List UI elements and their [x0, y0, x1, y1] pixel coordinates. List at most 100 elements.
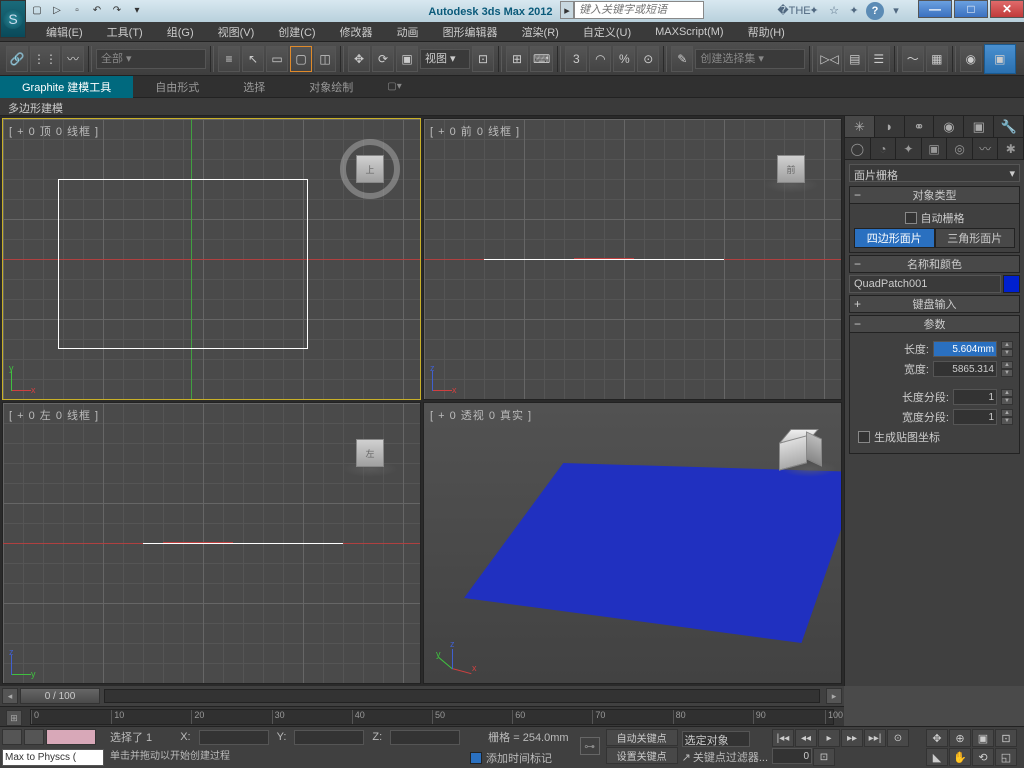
bind-icon[interactable]: 〰 [62, 46, 84, 72]
save-icon[interactable]: ▫ [68, 2, 86, 18]
viewcube-persp[interactable] [779, 431, 819, 471]
length-segs-spinner[interactable]: 1 [953, 389, 997, 405]
viewcube-top[interactable]: 上 [340, 139, 400, 199]
shapes-icon[interactable]: ◔ [871, 138, 897, 159]
pan-icon[interactable]: ✥ [926, 729, 948, 747]
menu-custom[interactable]: 自定义(U) [573, 22, 641, 42]
community-icon[interactable]: ✦ [846, 2, 862, 18]
redo-icon[interactable]: ↷ [108, 2, 126, 18]
width-spinner[interactable]: 5865.314 [933, 361, 997, 377]
coord-z-field[interactable] [390, 730, 460, 745]
viewport-left-label[interactable]: [ + 0 左 0 线框 ] [9, 407, 99, 423]
menu-edit[interactable]: 编辑(E) [36, 22, 93, 42]
maximize-button[interactable]: □ [954, 0, 988, 18]
layers-icon[interactable]: ☰ [868, 46, 890, 72]
menu-render[interactable]: 渲染(R) [512, 22, 569, 42]
selection-filter[interactable]: 全部 ▾ [96, 49, 206, 69]
select-icon[interactable]: ↖ [242, 46, 264, 72]
cameras-icon[interactable]: ▣ [922, 138, 948, 159]
time-config-icon[interactable]: ⊡ [813, 748, 835, 766]
category-dropdown[interactable]: 面片栅格▾ [849, 164, 1020, 182]
material-icon[interactable]: ◉ [960, 46, 982, 72]
spacewarps-icon[interactable]: 〰 [973, 138, 999, 159]
time-slider[interactable]: ◂ 0 / 100 ▸ [0, 686, 844, 706]
length-spinner[interactable]: 5.604mm [933, 341, 997, 357]
application-button[interactable]: S [0, 0, 26, 38]
viewport-perspective[interactable]: [ + 0 透视 0 真实 ] xyz [423, 402, 842, 684]
maxscript-listener[interactable] [2, 749, 104, 766]
rollout-name-color[interactable]: −名称和颜色 [849, 255, 1020, 273]
named-sel-edit-icon[interactable]: ✎ [671, 46, 693, 72]
zoom-extents-icon[interactable]: ⊡ [995, 729, 1017, 747]
fov-icon[interactable]: ◣ [926, 748, 948, 766]
viewport-front-label[interactable]: [ + 0 前 0 线框 ] [430, 123, 520, 139]
select-region-icon[interactable]: ▢ [290, 46, 312, 72]
width-spin-buttons[interactable]: ▲▼ [1001, 361, 1013, 377]
rotate-icon[interactable]: ⟳ [372, 46, 394, 72]
rollout-keyboard-input[interactable]: +键盘输入 [849, 295, 1020, 313]
curve-editor-icon[interactable]: 〜 [902, 46, 924, 72]
time-slider-handle[interactable]: 0 / 100 [20, 688, 100, 704]
key-mode-icon[interactable]: ⊙ [887, 729, 909, 747]
tri-patch-button[interactable]: 三角形面片 [935, 228, 1016, 248]
select-name-icon[interactable]: ▭ [266, 46, 288, 72]
rollout-parameters[interactable]: −参数 [849, 315, 1020, 333]
minimize-button[interactable]: — [918, 0, 952, 18]
menu-modifiers[interactable]: 修改器 [330, 22, 383, 42]
quad-patch-object[interactable] [464, 463, 842, 643]
undo-icon[interactable]: ↶ [88, 2, 106, 18]
viewport-persp-label[interactable]: [ + 0 透视 0 真实 ] [430, 407, 532, 423]
close-button[interactable]: ✕ [990, 0, 1024, 18]
menu-graph[interactable]: 图形编辑器 [433, 22, 508, 42]
mirror-icon[interactable]: ▷◁ [817, 46, 841, 72]
modify-tab-icon[interactable]: ◗ [875, 116, 905, 137]
set-key-button[interactable]: 设置关键点 [606, 747, 678, 764]
current-frame-field[interactable]: 0 [772, 748, 812, 764]
rollout-object-type[interactable]: −对象类型 [849, 186, 1020, 204]
time-slider-track[interactable] [104, 689, 820, 703]
angle-snap-icon[interactable]: ◠ [589, 46, 611, 72]
menu-script[interactable]: MAXScript(M) [645, 24, 733, 40]
wseg-spin-buttons[interactable]: ▲▼ [1001, 409, 1013, 425]
ribbon-tab-freeform[interactable]: 自由形式 [133, 76, 221, 98]
search-input[interactable] [574, 1, 704, 19]
length-spin-buttons[interactable]: ▲▼ [1001, 341, 1013, 357]
open-icon[interactable]: ▷ [48, 2, 66, 18]
viewcube-left[interactable]: 左 [340, 423, 400, 483]
pivot-icon[interactable]: ⊡ [472, 46, 494, 72]
key-filters-button[interactable]: 关键点过滤器... [693, 749, 768, 765]
coord-x-field[interactable] [199, 730, 269, 745]
ribbon-tab-selection[interactable]: 选择 [221, 76, 287, 98]
ribbon-expand-icon[interactable]: ▢▾ [387, 81, 401, 92]
prev-frame-icon[interactable]: ◂◂ [795, 729, 817, 747]
utilities-tab-icon[interactable]: 🔧 [994, 116, 1024, 137]
trackbar[interactable]: ⊞ 0 10 20 30 40 50 60 70 80 90 100 [0, 706, 844, 726]
lights-icon[interactable]: ✦ [896, 138, 922, 159]
help-icon[interactable]: ? [866, 2, 884, 20]
key-target-dropdown[interactable]: 选定对象 [682, 731, 750, 747]
object-name-field[interactable] [849, 275, 1001, 293]
menu-create[interactable]: 创建(C) [268, 22, 325, 42]
menu-views[interactable]: 视图(V) [208, 22, 265, 42]
select-filter-icon[interactable]: ≡ [218, 46, 240, 72]
keyboard-icon[interactable]: ⌨ [530, 46, 553, 72]
unlink-icon[interactable]: ⋮⋮ [30, 46, 60, 72]
viewcube-front[interactable]: 前 [761, 139, 821, 199]
lock-icon[interactable]: ⊶ [580, 737, 600, 755]
snap-3-icon[interactable]: 3 [565, 46, 587, 72]
exchange-icon[interactable]: ✦ [806, 2, 822, 18]
menu-help[interactable]: 帮助(H) [738, 22, 795, 42]
maxscript-btn-2[interactable] [24, 729, 44, 745]
goto-end-icon[interactable]: ▸▸| [864, 729, 886, 747]
hierarchy-tab-icon[interactable]: ⚭ [905, 116, 935, 137]
gen-map-checkbox[interactable] [858, 431, 870, 443]
object-color-swatch[interactable] [1003, 275, 1020, 293]
helpers-icon[interactable]: ◎ [947, 138, 973, 159]
menu-anim[interactable]: 动画 [387, 22, 429, 42]
viewport-top[interactable]: [ + 0 顶 0 线框 ] 上 xy [2, 118, 421, 400]
next-frame-icon[interactable]: ▸▸ [841, 729, 863, 747]
viewport-top-label[interactable]: [ + 0 顶 0 线框 ] [9, 123, 99, 139]
schematic-icon[interactable]: ▦ [926, 46, 948, 72]
align-icon[interactable]: ▤ [844, 46, 866, 72]
viewport-front[interactable]: [ + 0 前 0 线框 ] 前 xz [423, 118, 842, 400]
